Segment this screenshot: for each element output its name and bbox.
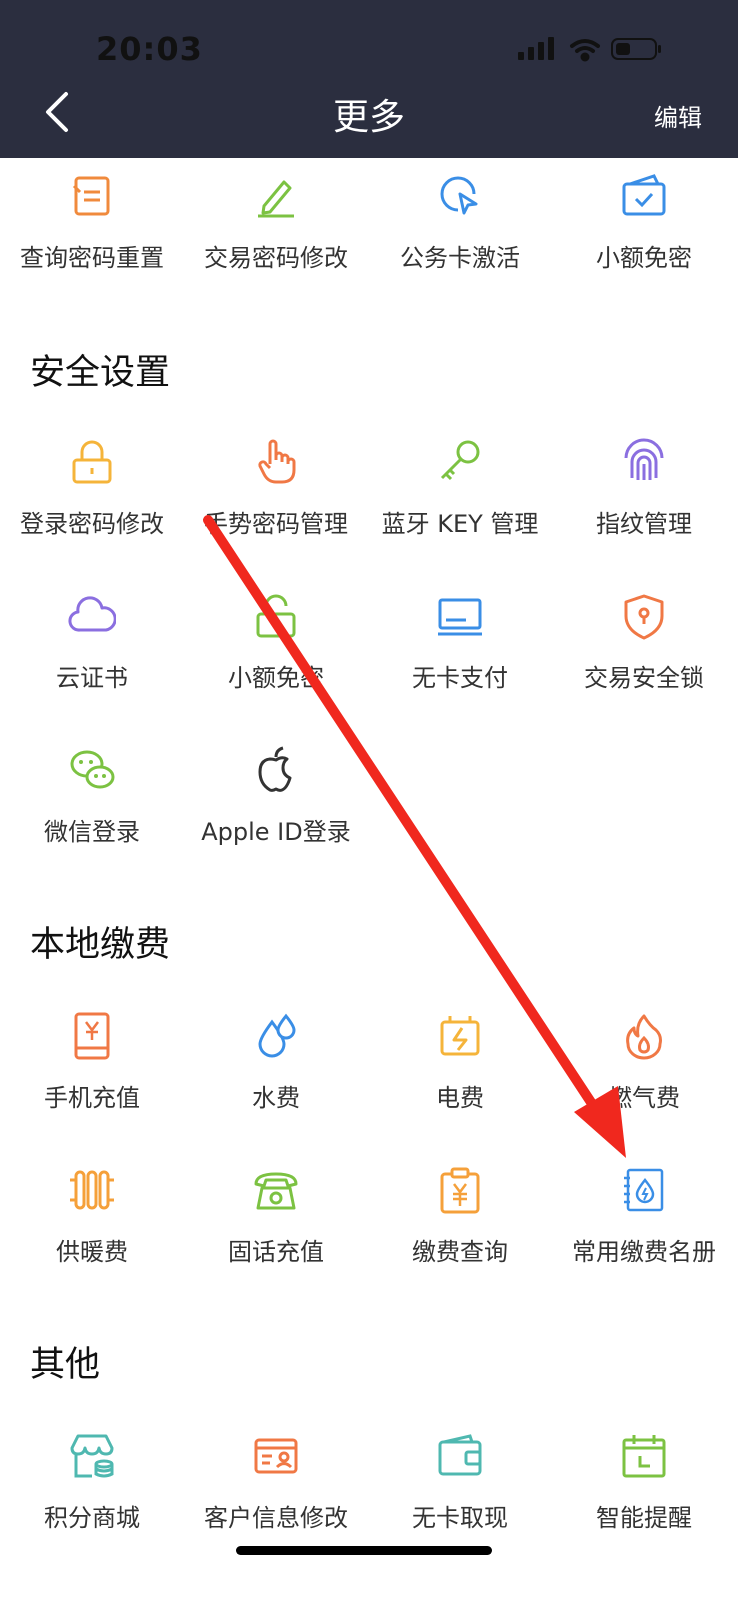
card-icon bbox=[438, 598, 482, 636]
lock-icon bbox=[72, 440, 112, 484]
service-item[interactable]: 无卡取现 bbox=[368, 1432, 552, 1562]
fingerprint-icon bbox=[624, 438, 664, 480]
service-item[interactable]: 缴费查询 bbox=[368, 1166, 552, 1296]
service-item[interactable]: 供暖费 bbox=[0, 1166, 184, 1296]
service-item[interactable]: 手机充值 bbox=[0, 1012, 184, 1142]
service-item[interactable]: 常用缴费名册 bbox=[552, 1166, 736, 1296]
service-item[interactable]: 登录密码修改 bbox=[0, 438, 184, 568]
service-item[interactable]: 交易密码修改 bbox=[184, 172, 368, 302]
grid-row: 登录密码修改 手势密码管理 蓝牙 KEY 管理 指纹管理 bbox=[0, 438, 738, 568]
service-item[interactable]: 固话充值 bbox=[184, 1166, 368, 1296]
edit-button[interactable]: 编辑 bbox=[654, 98, 702, 133]
cursor-click-icon bbox=[440, 176, 478, 215]
section-title-security: 安全设置 bbox=[30, 353, 171, 393]
services-list: 查询密码重置 交易密码修改 公务卡激活 小额免密 安全设置 登录密码修改 手势密… bbox=[0, 158, 738, 1600]
card-check-icon bbox=[622, 174, 666, 216]
unlock-icon bbox=[256, 594, 296, 638]
pencil-icon bbox=[258, 180, 294, 218]
service-item[interactable]: 智能提醒 bbox=[552, 1432, 736, 1562]
service-item[interactable]: 燃气费 bbox=[552, 1012, 736, 1142]
grid-row: 供暖费 固话充值 缴费查询 常用缴费名册 bbox=[0, 1166, 738, 1296]
signal-icon bbox=[518, 37, 554, 60]
service-item[interactable]: Apple ID登录 bbox=[184, 746, 368, 876]
grid-row-top: 查询密码重置 交易密码修改 公务卡激活 小额免密 bbox=[0, 172, 738, 302]
wallet-icon bbox=[438, 1434, 482, 1476]
key-icon bbox=[440, 440, 480, 481]
service-item[interactable]: 小额免密 bbox=[184, 592, 368, 722]
home-indicator bbox=[236, 1546, 492, 1555]
wechat-icon bbox=[70, 750, 115, 789]
section-title-payment: 本地缴费 bbox=[30, 925, 171, 965]
service-item[interactable]: 交易安全锁 bbox=[552, 592, 736, 722]
service-item[interactable]: 电费 bbox=[368, 1012, 552, 1142]
hand-pointer-icon bbox=[258, 439, 296, 484]
service-item[interactable]: 公务卡激活 bbox=[368, 172, 552, 302]
clipboard-yuan-icon bbox=[440, 1167, 480, 1214]
battery-icon bbox=[611, 38, 661, 60]
grid-row: 手机充值 水费 电费 燃气费 bbox=[0, 1012, 738, 1142]
status-time: 20:03 bbox=[96, 30, 203, 68]
service-item[interactable]: 云证书 bbox=[0, 592, 184, 722]
bill-book-icon bbox=[624, 1168, 664, 1212]
phone-yuan-icon bbox=[74, 1012, 110, 1060]
service-item[interactable]: 客户信息修改 bbox=[184, 1432, 368, 1562]
shield-icon bbox=[624, 594, 664, 640]
service-item[interactable]: 手势密码管理 bbox=[184, 438, 368, 568]
wifi-icon bbox=[570, 39, 600, 62]
calendar-icon bbox=[622, 1435, 666, 1478]
top-header: 20:03 更多 编辑 bbox=[0, 0, 738, 158]
page-title: 更多 bbox=[332, 97, 405, 138]
water-drop-icon bbox=[258, 1013, 296, 1058]
form-reset-icon bbox=[72, 176, 110, 216]
service-item[interactable]: 微信登录 bbox=[0, 746, 184, 876]
section-title-other: 其他 bbox=[30, 1345, 101, 1385]
cloud-icon bbox=[68, 596, 116, 632]
id-card-icon bbox=[254, 1438, 298, 1474]
radiator-icon bbox=[70, 1170, 114, 1210]
service-item[interactable]: 查询密码重置 bbox=[0, 172, 184, 302]
grid-row: 云证书 小额免密 无卡支付 交易安全锁 bbox=[0, 592, 738, 722]
service-item[interactable]: 水费 bbox=[184, 1012, 368, 1142]
apple-icon bbox=[258, 746, 292, 792]
flame-icon bbox=[626, 1014, 662, 1060]
service-item[interactable]: 无卡支付 bbox=[368, 592, 552, 722]
grid-row: 微信登录 Apple ID登录 bbox=[0, 746, 738, 876]
status-icons bbox=[518, 37, 661, 62]
service-item[interactable]: 指纹管理 bbox=[552, 438, 736, 568]
service-item[interactable]: 小额免密 bbox=[552, 172, 736, 302]
battery-bolt-icon bbox=[440, 1016, 480, 1056]
grid-row: 积分商城 客户信息修改 无卡取现 智能提醒 bbox=[0, 1432, 738, 1562]
service-item[interactable]: 蓝牙 KEY 管理 bbox=[368, 438, 552, 568]
store-icon bbox=[70, 1434, 114, 1478]
service-item[interactable]: 积分商城 bbox=[0, 1432, 184, 1562]
telephone-icon bbox=[254, 1172, 298, 1210]
